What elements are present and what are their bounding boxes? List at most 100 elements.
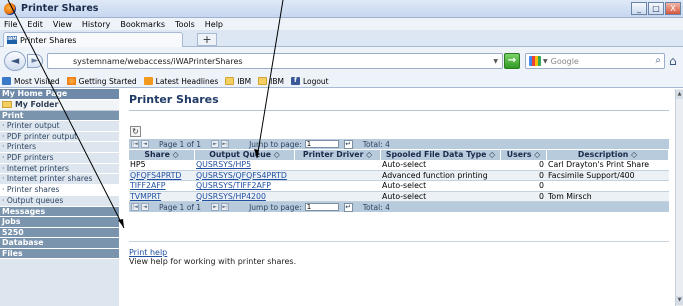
cell-queue-link[interactable]: QUSRSYS/HP4200 (195, 192, 295, 202)
tab-printer-shares[interactable]: IBM Printer Shares (3, 32, 183, 47)
cell-type: Auto-select (382, 191, 427, 201)
first-page-icon[interactable]: |◄ (131, 140, 139, 148)
print-help-link[interactable]: Print help (129, 248, 167, 257)
help-description: View help for working with printer share… (129, 257, 297, 266)
refresh-button[interactable]: ↻ (130, 126, 141, 137)
cell-queue-link[interactable]: QUSRSYS/HP5 (195, 160, 295, 170)
sidebar-item-internet-printer-shares[interactable]: · Internet printer shares (0, 174, 119, 186)
cell-share-link[interactable]: QFQFS4PRTD (129, 171, 195, 181)
search-box[interactable]: ▼ Google ⌕ (525, 53, 665, 69)
first-page-icon[interactable]: |◄ (131, 203, 139, 211)
cell-queue-link[interactable]: QUSRSYS/QFQFS4PRTD (195, 171, 295, 181)
bookmark-logout[interactable]: f Logout (290, 77, 329, 86)
facebook-icon: f (290, 77, 300, 85)
prev-page-icon[interactable]: ◄ (141, 203, 149, 211)
sidebar-section-database[interactable]: Database (0, 238, 119, 249)
jump-go-icon[interactable]: ↵ (343, 202, 353, 212)
sidebar-nav: My Home Page My Folder Print · Printer o… (0, 89, 119, 306)
menu-help[interactable]: Help (205, 20, 223, 29)
menu-file[interactable]: File (4, 20, 17, 29)
bookmark-ibm-folder-1[interactable]: IBM (225, 77, 251, 86)
firefox-icon (66, 77, 76, 85)
jump-page-input[interactable]: 1 (304, 140, 339, 148)
col-header-data-type[interactable]: Spooled File Data Type ◇ (381, 150, 501, 160)
col-header-printer-driver[interactable]: Printer Driver ◇ (295, 150, 381, 160)
sidebar-section-5250[interactable]: 5250 (0, 227, 119, 238)
search-engine-dropdown-icon[interactable]: ▼ (543, 58, 548, 65)
col-header-description[interactable]: Description ◇ (547, 150, 669, 160)
table-row: TVMPRT QUSRSYS/HP4200 Auto-select 0 Tom … (129, 191, 669, 202)
last-page-icon[interactable]: ►| (221, 140, 230, 148)
scroll-down-icon[interactable]: ▼ (676, 296, 683, 305)
maximize-button[interactable]: □ (648, 2, 664, 15)
folder-icon (2, 101, 12, 108)
bookmark-most-visited[interactable]: Most Visited (2, 77, 60, 86)
bookmark-latest-headlines[interactable]: Latest Headlines (143, 77, 218, 86)
bookmark-ibm-folder-2[interactable]: IBM (258, 77, 284, 86)
minimize-button[interactable]: _ (631, 2, 647, 15)
menu-bookmarks[interactable]: Bookmarks (120, 20, 165, 29)
sidebar-section-messages[interactable]: Messages (0, 206, 119, 217)
next-page-icon[interactable]: ► (211, 140, 220, 148)
menu-view[interactable]: View (53, 20, 72, 29)
vertical-scrollbar[interactable]: ▲ ▼ (675, 89, 683, 306)
new-tab-button[interactable]: + (197, 33, 217, 46)
last-page-icon[interactable]: ►| (221, 203, 230, 211)
page-content: My Home Page My Folder Print · Printer o… (0, 89, 683, 306)
col-header-share[interactable]: Share ◇ (129, 150, 195, 160)
sidebar-section-files[interactable]: Files (0, 248, 119, 259)
window-title: Printer Shares (21, 3, 99, 14)
cell-users: 0 (539, 191, 544, 201)
sidebar-item-my-folder[interactable]: My Folder (0, 99, 119, 111)
url-dropdown-icon[interactable]: ▼ (493, 58, 498, 65)
sidebar-item-output-queues[interactable]: · Output queues (0, 195, 119, 207)
col-header-output-queue[interactable]: Output Queue ◇ (195, 150, 295, 160)
menu-edit[interactable]: Edit (27, 20, 43, 29)
jump-label: Jump to page: (249, 139, 302, 149)
cell-type: Auto-select (382, 181, 427, 190)
cell-description: Carl Drayton's Print Share (548, 160, 650, 169)
next-page-icon[interactable]: ► (211, 203, 220, 211)
cell-driver (295, 181, 381, 191)
cell-share-link[interactable]: TVMPRT (129, 192, 195, 202)
table-row: QFQFS4PRTD QUSRSYS/QFQFS4PRTD Advanced f… (129, 170, 669, 181)
table-row: TIFF2AFP QUSRSYS/TIFF2AFP Auto-select 0 (129, 181, 669, 192)
menu-history[interactable]: History (82, 20, 110, 29)
sidebar-section-jobs[interactable]: Jobs (0, 217, 119, 228)
close-button[interactable]: X (665, 2, 681, 15)
cell-share-link[interactable]: TIFF2AFP (129, 181, 195, 191)
cell-description (547, 181, 669, 191)
sidebar-item-pdf-printers[interactable]: · PDF printers (0, 153, 119, 164)
bookmark-getting-started[interactable]: Getting Started (66, 77, 137, 86)
forward-button[interactable]: ► (27, 54, 43, 68)
menu-tools[interactable]: Tools (175, 20, 195, 29)
window-titlebar: Printer Shares _ □ X (0, 0, 683, 18)
search-placeholder[interactable]: Google (551, 57, 579, 66)
back-button[interactable]: ◄ (4, 51, 26, 71)
sidebar-item-printers[interactable]: · Printers (0, 142, 119, 154)
sidebar-item-internet-printers[interactable]: · Internet printers (0, 163, 119, 175)
sidebar-item-my-home-page[interactable]: My Home Page (0, 89, 119, 100)
jump-page-input[interactable]: 1 (304, 203, 339, 211)
sidebar-section-print[interactable]: Print (0, 110, 119, 121)
cell-type: Auto-select (382, 160, 427, 169)
page-title: Printer Shares (129, 93, 219, 106)
bookmark-label: IBM (270, 76, 284, 86)
prev-page-icon[interactable]: ◄ (141, 140, 149, 148)
sidebar-item-pdf-printer-output[interactable]: · PDF printer output (0, 131, 119, 143)
cell-queue-link[interactable]: QUSRSYS/TIFF2AFP (195, 181, 295, 191)
address-bar[interactable]: systemname/webaccess/iWAPrinterShares ▼ (47, 53, 503, 69)
pager-bottom: |◄ ◄ Page 1 of 1 ► ►| Jump to page: 1 ↵ … (129, 202, 669, 212)
cell-driver (295, 160, 381, 170)
home-button[interactable]: ⌂ (669, 54, 677, 68)
url-text[interactable]: systemname/webaccess/iWAPrinterShares (48, 57, 243, 66)
scroll-up-icon[interactable]: ▲ (676, 90, 683, 99)
col-header-users[interactable]: Users ◇ (501, 150, 547, 160)
magnifier-icon[interactable]: ⌕ (655, 55, 661, 66)
jump-go-icon[interactable]: ↵ (343, 139, 353, 149)
folder-icon (258, 77, 268, 85)
sidebar-item-printer-shares[interactable]: · Printer shares (0, 185, 119, 196)
google-icon[interactable] (529, 56, 541, 66)
go-button[interactable]: → (504, 53, 520, 69)
sidebar-item-printer-output[interactable]: · Printer output (0, 121, 119, 132)
